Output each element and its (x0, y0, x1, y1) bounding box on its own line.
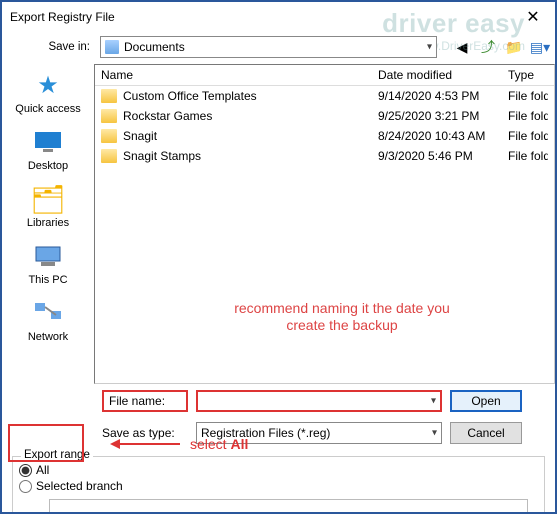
export-range-legend: Export range (21, 449, 93, 461)
file-date: 9/25/2020 3:21 PM (378, 109, 508, 123)
col-type[interactable]: Type (508, 68, 548, 82)
file-type: File folder (508, 129, 548, 143)
col-name[interactable]: Name (101, 68, 378, 82)
sidebar-item-label: Network (28, 331, 68, 343)
save-in-label: Save in: (30, 41, 94, 53)
radio-selected-label: Selected branch (36, 479, 123, 493)
chevron-down-icon: ▾ (427, 42, 432, 53)
sidebar-item-label: Desktop (28, 160, 68, 172)
window-title: Export Registry File (10, 10, 511, 24)
chevron-down-icon: ▾ (432, 428, 437, 439)
annotation-select-all: select All (190, 436, 248, 452)
radio-all-label: All (36, 463, 49, 477)
file-name: Snagit Stamps (123, 149, 378, 163)
list-body: Custom Office Templates 9/14/2020 4:53 P… (95, 86, 554, 383)
file-list[interactable]: Name Date modified Type Custom Office Te… (94, 64, 555, 384)
chevron-down-icon: ▾ (431, 396, 436, 407)
folder-icon (101, 129, 117, 143)
sidebar-item-label: Quick access (15, 103, 80, 115)
file-date: 8/24/2020 10:43 AM (378, 129, 508, 143)
filename-label: File name: (102, 390, 188, 412)
close-icon[interactable]: ✕ (511, 2, 555, 32)
documents-icon (105, 40, 119, 54)
file-name: Snagit (123, 129, 378, 143)
title-bar: Export Registry File ✕ (2, 2, 555, 32)
open-button[interactable]: Open (450, 390, 522, 412)
sidebar-item-libraries[interactable]: 🗂 Libraries (27, 184, 69, 229)
new-folder-icon[interactable]: 📁 (505, 38, 523, 56)
list-item[interactable]: Snagit 8/24/2020 10:43 AM File folder (95, 126, 554, 146)
radio-all[interactable] (19, 464, 32, 477)
desktop-icon (31, 127, 65, 157)
list-header[interactable]: Name Date modified Type (95, 65, 554, 86)
list-item[interactable]: Custom Office Templates 9/14/2020 4:53 P… (95, 86, 554, 106)
folder-icon (101, 89, 117, 103)
export-range-selected[interactable]: Selected branch (19, 479, 538, 493)
selected-branch-input[interactable] (49, 499, 528, 514)
sidebar-item-label: This PC (28, 274, 67, 286)
export-range-all[interactable]: All (19, 463, 538, 477)
this-pc-icon (31, 241, 65, 271)
annotation-arrow: select All (110, 436, 248, 452)
file-type: File folder (508, 89, 548, 103)
save-in-select[interactable]: Documents ▾ (100, 36, 437, 58)
sidebar-item-network[interactable]: Network (28, 298, 68, 343)
places-sidebar: ★ Quick access Desktop 🗂 Libraries This … (2, 64, 94, 384)
export-range-group: Export range All Selected branch (12, 456, 545, 514)
folder-icon (101, 149, 117, 163)
quick-access-icon: ★ (31, 70, 65, 100)
nav-icons: ◀ ⤴ 📁 ▤▾ (443, 38, 549, 56)
sidebar-item-desktop[interactable]: Desktop (28, 127, 68, 172)
back-icon[interactable]: ◀ (453, 38, 471, 56)
radio-selected[interactable] (19, 480, 32, 493)
filename-input[interactable]: ▾ (196, 390, 442, 412)
sidebar-item-quick-access[interactable]: ★ Quick access (15, 70, 80, 115)
file-date: 9/3/2020 5:46 PM (378, 149, 508, 163)
col-date[interactable]: Date modified (378, 68, 508, 82)
view-menu-icon[interactable]: ▤▾ (531, 38, 549, 56)
save-in-value: Documents (124, 40, 185, 54)
list-item[interactable]: Rockstar Games 9/25/2020 3:21 PM File fo… (95, 106, 554, 126)
up-folder-icon[interactable]: ⤴ (479, 38, 497, 56)
annotation-naming-hint: recommend naming it the date you create … (222, 300, 462, 334)
sidebar-item-this-pc[interactable]: This PC (28, 241, 67, 286)
file-name: Rockstar Games (123, 109, 378, 123)
sidebar-item-label: Libraries (27, 217, 69, 229)
file-type: File folder (508, 149, 548, 163)
network-icon (31, 298, 65, 328)
file-type: File folder (508, 109, 548, 123)
folder-icon (101, 109, 117, 123)
file-name: Custom Office Templates (123, 89, 378, 103)
file-date: 9/14/2020 4:53 PM (378, 89, 508, 103)
list-item[interactable]: Snagit Stamps 9/3/2020 5:46 PM File fold… (95, 146, 554, 166)
cancel-button[interactable]: Cancel (450, 422, 522, 444)
libraries-icon: 🗂 (31, 184, 65, 214)
